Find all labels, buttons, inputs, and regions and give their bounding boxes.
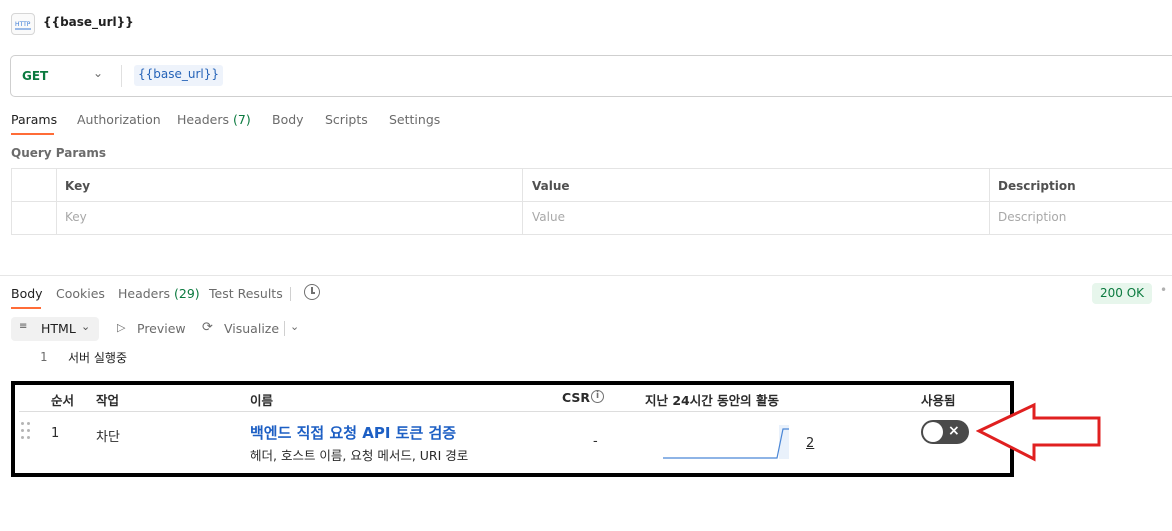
status-badge[interactable]: 200 OK	[1092, 283, 1152, 304]
rule-csr: -	[593, 434, 598, 449]
response-tab-body[interactable]: Body	[11, 286, 43, 301]
rule-description: 헤더, 호스트 이름, 요청 메서드, URI 경로	[250, 448, 469, 463]
more-icon[interactable]: •	[1160, 283, 1167, 297]
response-tab-headers-count: (29)	[174, 286, 200, 301]
divider	[121, 65, 122, 87]
highlight-box	[11, 381, 1014, 477]
rule-header-order: 순서	[51, 393, 75, 408]
rule-header-csr: CSR	[562, 390, 591, 405]
method-select[interactable]: GET	[22, 69, 48, 83]
active-tab-indicator	[11, 307, 41, 309]
tab-scripts[interactable]: Scripts	[325, 112, 368, 127]
response-tab-test-results[interactable]: Test Results	[209, 286, 283, 301]
query-params-label: Query Params	[11, 146, 107, 160]
history-icon[interactable]	[304, 284, 320, 300]
activity-sparkline	[663, 425, 789, 459]
rule-header-activity: 지난 24시간 동안의 활동	[645, 393, 779, 408]
info-icon[interactable]: i	[591, 390, 604, 403]
activity-count-link[interactable]: 2	[806, 436, 814, 451]
format-label: HTML	[41, 321, 76, 336]
divider	[290, 287, 291, 301]
request-title[interactable]: {{base_url}}	[43, 15, 134, 29]
tab-authorization[interactable]: Authorization	[77, 112, 161, 127]
tab-headers-count: (7)	[233, 112, 251, 127]
play-icon: ▷	[117, 321, 126, 334]
response-body-text: 서버 실행중	[68, 351, 128, 365]
active-tab-indicator	[11, 133, 54, 135]
preview-button[interactable]: Preview	[137, 321, 186, 336]
drag-handle-icon[interactable]	[21, 422, 33, 442]
rule-header-action: 작업	[96, 393, 120, 408]
tab-body[interactable]: Body	[272, 112, 304, 127]
rule-action: 차단	[96, 430, 120, 445]
rule-header-enabled: 사용됨	[921, 393, 956, 408]
value-input[interactable]: Value	[532, 210, 565, 224]
chevron-down-icon: ⌄	[81, 320, 91, 333]
code-format-icon: ≡	[19, 321, 28, 332]
url-input[interactable]: {{base_url}}	[134, 65, 224, 86]
divider	[284, 321, 285, 336]
visualize-icon: ⟳	[202, 320, 213, 335]
response-tab-cookies[interactable]: Cookies	[56, 286, 105, 301]
description-input[interactable]: Description	[998, 210, 1066, 224]
column-header-description: Description	[998, 179, 1076, 193]
tab-headers[interactable]: Headers (7)	[177, 112, 251, 127]
rule-name-link[interactable]: 백엔드 직접 요청 API 토큰 검증	[250, 422, 456, 443]
column-header-key: Key	[65, 179, 91, 193]
close-icon: ×	[948, 423, 960, 439]
tab-headers-label: Headers	[177, 112, 230, 127]
row-divider	[11, 201, 1172, 202]
rule-header-name: 이름	[250, 393, 274, 408]
toggle-knob	[923, 422, 943, 442]
response-tab-headers[interactable]: Headers (29)	[118, 286, 200, 301]
tab-settings[interactable]: Settings	[389, 112, 440, 127]
visualize-button[interactable]: Visualize	[224, 321, 279, 336]
http-file-icon: HTTP	[11, 13, 35, 35]
tab-params[interactable]: Params	[11, 112, 57, 127]
key-input[interactable]: Key	[65, 210, 87, 224]
svg-text:HTTP: HTTP	[15, 21, 31, 28]
pane-divider[interactable]	[0, 275, 1172, 276]
column-header-value: Value	[532, 179, 570, 193]
chevron-down-icon[interactable]: ⌄	[290, 320, 299, 333]
response-tab-headers-label: Headers	[118, 286, 171, 301]
chevron-down-icon[interactable]: ⌄	[93, 66, 103, 80]
rule-order: 1	[51, 426, 60, 441]
line-number: 1	[40, 350, 48, 364]
row-divider	[19, 411, 1009, 412]
arrow-left-icon	[976, 402, 1101, 462]
